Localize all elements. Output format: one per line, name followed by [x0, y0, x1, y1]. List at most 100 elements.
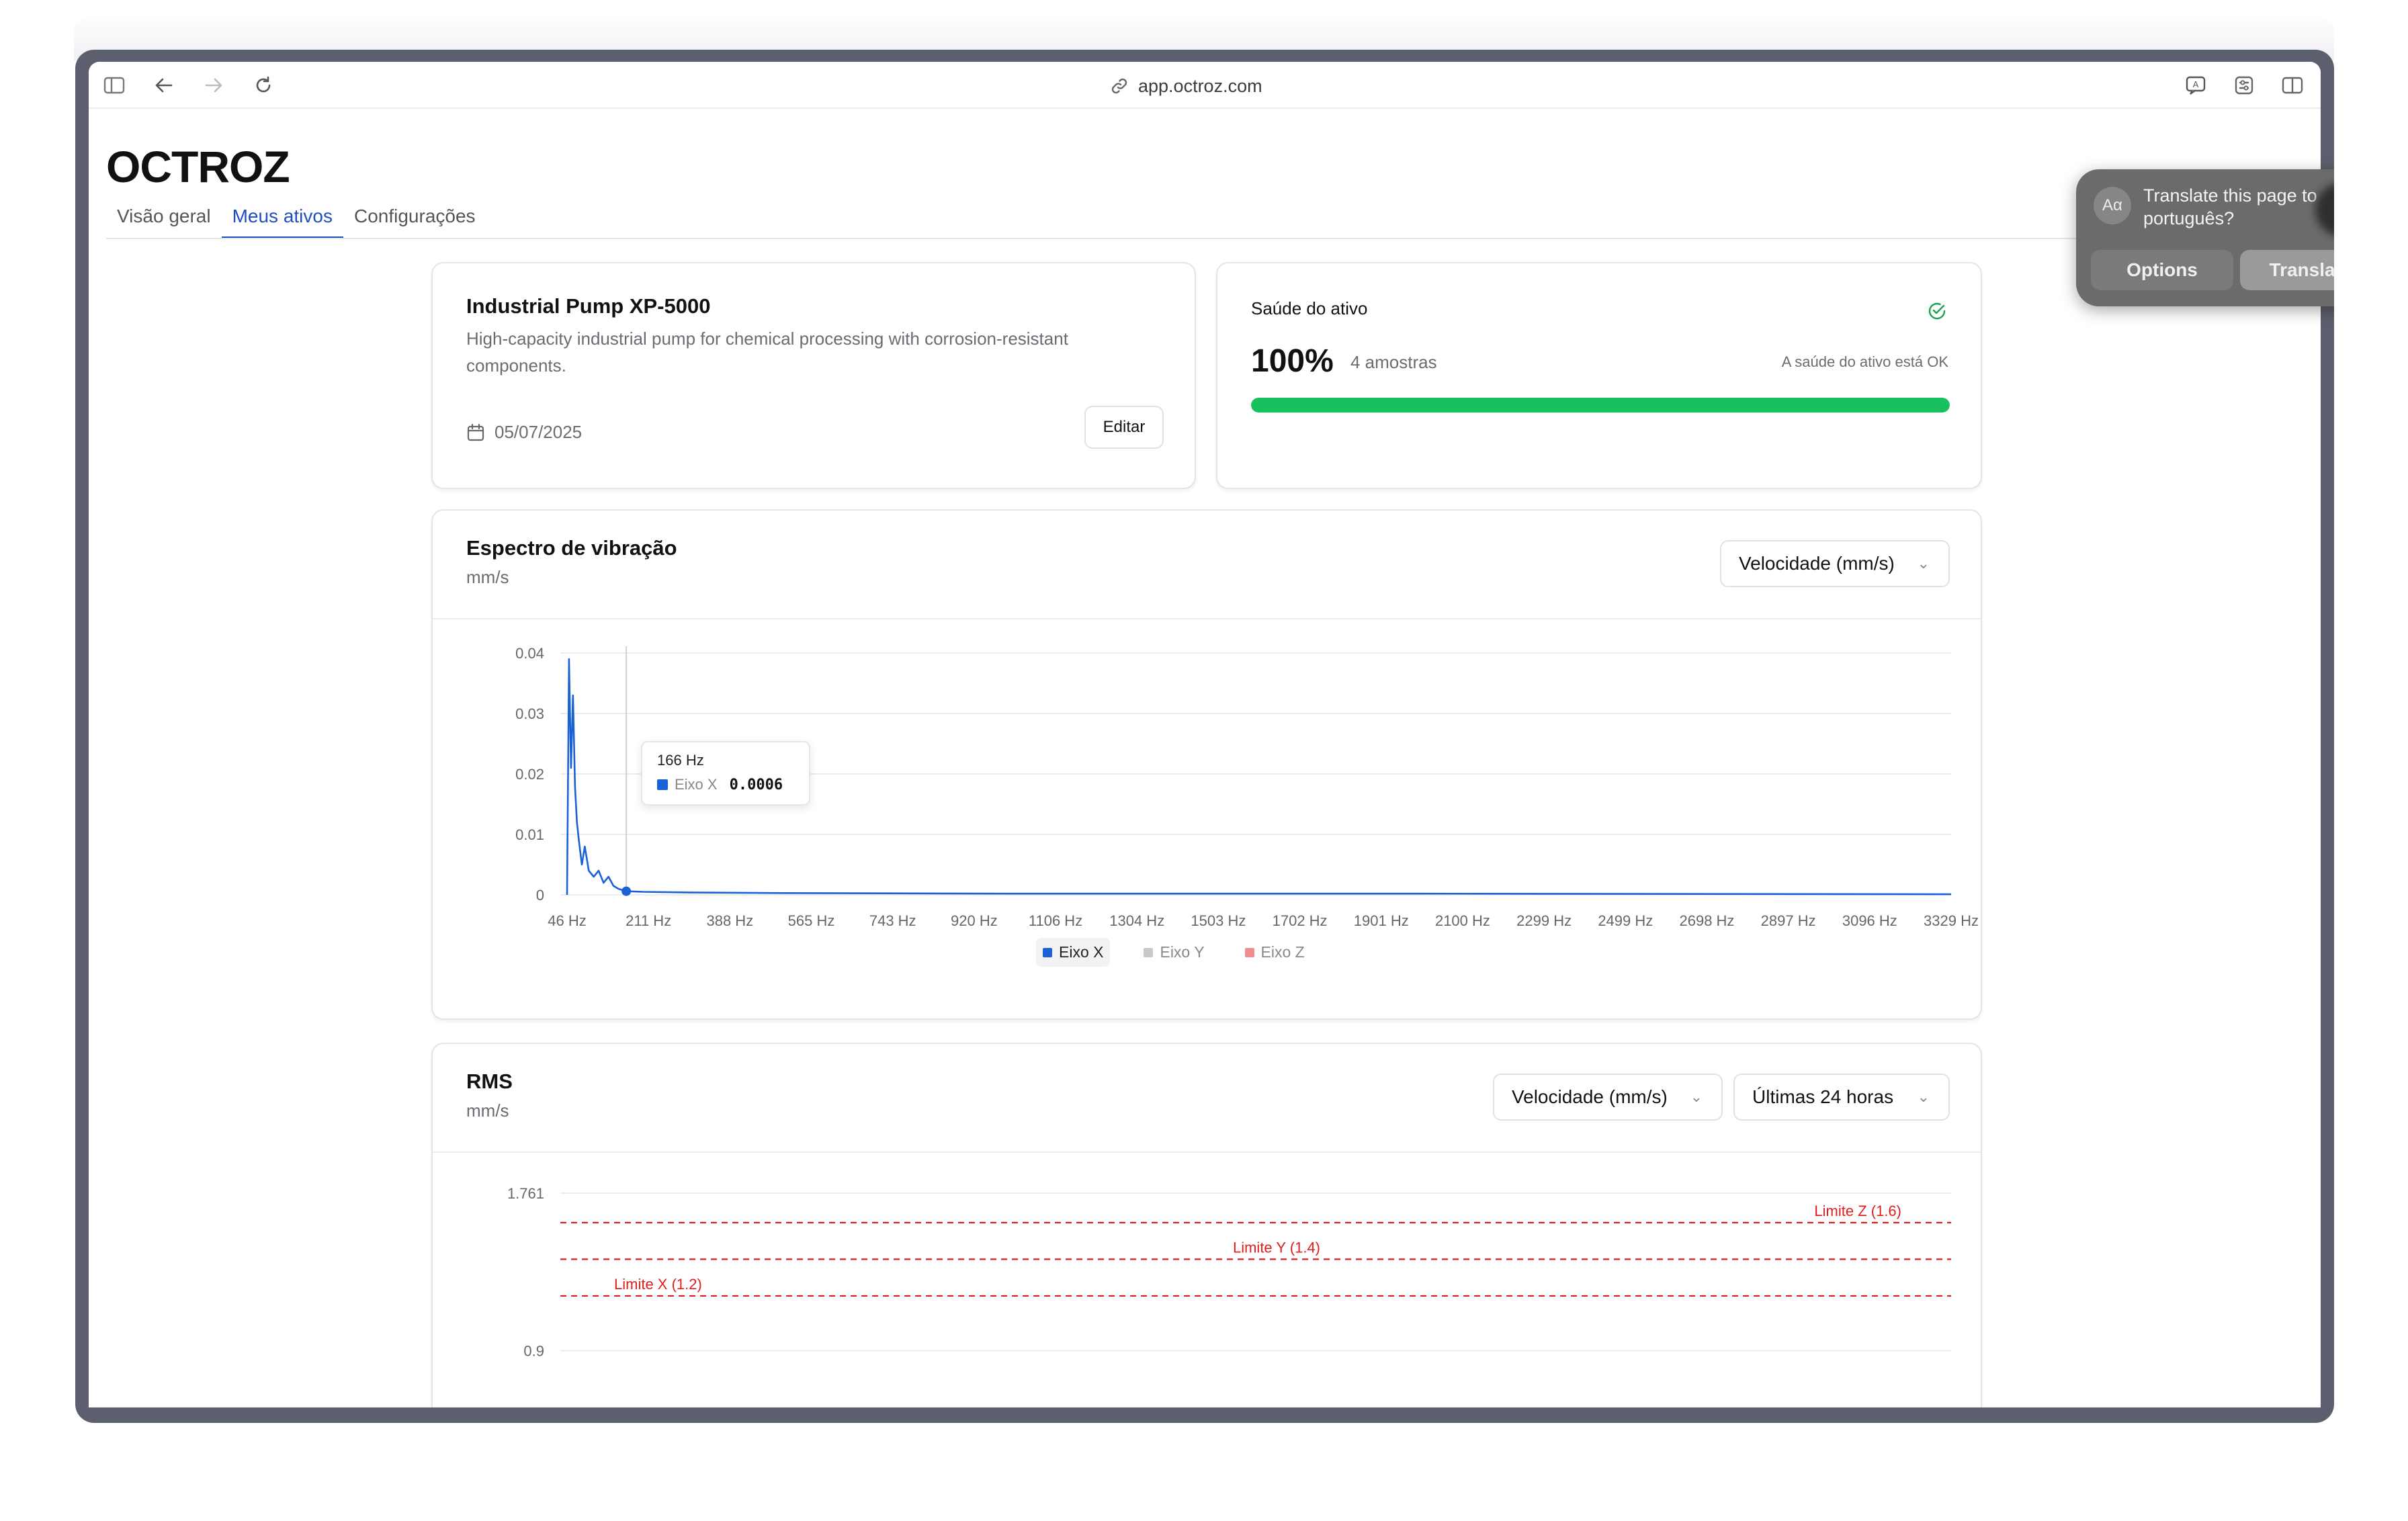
extensions-icon[interactable] — [2231, 72, 2258, 99]
health-progress-bar — [1251, 398, 1950, 412]
translate-popup: Aα Translate this page to português? Opt… — [2076, 169, 2334, 306]
spectrum-metric-value: Velocidade (mm/s) — [1739, 553, 1895, 574]
rms-range-value: Últimas 24 horas — [1752, 1086, 1894, 1107]
x-tick-label: 2100 Hz — [1435, 912, 1490, 929]
legend-label-z: Eixo Z — [1260, 943, 1305, 961]
popup-avatar-blur — [2315, 183, 2334, 236]
health-status: A saúde do ativo está OK — [1781, 353, 1948, 370]
x-tick-label: 2897 Hz — [1761, 912, 1816, 929]
browser-window: app.octroz.com A OCTROZ Visão geral Meus… — [75, 50, 2334, 1423]
forward-arrow-icon[interactable] — [200, 72, 227, 99]
asset-date-row: 05/07/2025 — [466, 422, 582, 443]
translate-language-icon: Aα — [2094, 187, 2131, 224]
rms-title: RMS — [466, 1070, 513, 1093]
tab-overview[interactable]: Visão geral — [106, 202, 222, 239]
octroz-logo: OCTROZ — [106, 142, 290, 191]
tab-settings[interactable]: Configurações — [343, 202, 486, 239]
x-tick-label: 1106 Hz — [1029, 912, 1082, 929]
asset-name: Industrial Pump XP-5000 — [466, 294, 711, 318]
reload-icon[interactable] — [250, 72, 277, 99]
chevron-down-icon: ⌄ — [1917, 1088, 1930, 1105]
x-tick-label: 3096 Hz — [1842, 912, 1897, 929]
x-tick-label: 1304 Hz — [1109, 912, 1164, 929]
rms-unit: mm/s — [466, 1100, 509, 1121]
data-point-166hz — [621, 886, 632, 896]
x-tick-label: 2299 Hz — [1516, 912, 1572, 929]
browser-content: app.octroz.com A OCTROZ Visão geral Meus… — [89, 62, 2321, 1407]
spectrum-unit: mm/s — [466, 567, 509, 587]
tabs-divider — [106, 238, 2321, 239]
browser-toolbar: app.octroz.com A — [89, 62, 2321, 109]
y-tick-label: 0.04 — [515, 645, 544, 662]
rms-y-tick-label: 1.761 — [507, 1185, 544, 1202]
x-tick-label: 1503 Hz — [1191, 912, 1246, 929]
limit-label: Limite Z (1.6) — [1814, 1203, 1901, 1219]
legend-label-x: Eixo X — [1059, 943, 1104, 961]
health-progress-fill — [1251, 398, 1950, 412]
legend-label-y: Eixo Y — [1160, 943, 1205, 961]
sidebar-toggle-icon[interactable] — [101, 72, 128, 99]
health-samples: 4 amostras — [1350, 352, 1437, 372]
x-tick-label: 388 Hz — [706, 912, 753, 929]
tooltip-swatch — [657, 779, 668, 790]
address-bar[interactable]: app.octroz.com — [1110, 73, 1262, 99]
back-arrow-icon[interactable] — [150, 72, 177, 99]
translate-options-button[interactable]: Options — [2091, 250, 2233, 290]
limit-label: Limite Y (1.4) — [1233, 1239, 1320, 1256]
chevron-down-icon: ⌄ — [1917, 555, 1930, 572]
health-title: Saúde do ativo — [1251, 298, 1368, 318]
spectrum-metric-select[interactable]: Velocidade (mm/s) ⌄ — [1720, 540, 1950, 587]
y-tick-label: 0.02 — [515, 766, 544, 783]
rms-metric-value: Velocidade (mm/s) — [1512, 1086, 1668, 1107]
rms-chart: 1.7610.90.45Limite Z (1.6)Limite Y (1.4)… — [507, 1185, 1951, 1360]
asset-health-card: Saúde do ativo 100% 4 amostras A saúde d… — [1216, 262, 1982, 489]
y-tick-label: 0.03 — [515, 705, 544, 722]
rms-range-select[interactable]: Últimas 24 horas ⌄ — [1733, 1074, 1950, 1121]
asset-date: 05/07/2025 — [494, 422, 583, 442]
x-tick-label: 3329 Hz — [1924, 912, 1979, 929]
rms-card: RMS mm/s Velocidade (mm/s) ⌄ Últimas 24 … — [431, 1043, 1982, 1407]
legend-swatch-y — [1144, 947, 1154, 957]
spectrum-title: Espectro de vibração — [466, 536, 677, 560]
svg-text:A: A — [2193, 79, 2199, 89]
split-view-icon[interactable] — [2279, 72, 2306, 99]
translate-button[interactable]: Translate — [2240, 250, 2334, 290]
x-tick-label: 46 Hz — [548, 912, 586, 929]
asset-description: High-capacity industrial pump for chemic… — [466, 329, 1068, 376]
spectrum-tooltip: 166 Hz Eixo X 0.0006 — [641, 741, 810, 806]
legend-swatch-x — [1043, 947, 1052, 957]
asset-info-card: Industrial Pump XP-5000 High-capacity in… — [431, 262, 1196, 489]
link-icon — [1111, 78, 1127, 94]
legend-item-x[interactable]: Eixo X — [1036, 938, 1111, 967]
x-tick-label: 2698 Hz — [1679, 912, 1734, 929]
x-tick-label: 1702 Hz — [1273, 912, 1328, 929]
tab-my-assets[interactable]: Meus ativos — [221, 202, 343, 239]
y-tick-label: 0 — [536, 887, 544, 904]
rms-y-tick-label: 0.9 — [523, 1343, 544, 1360]
tooltip-series: Eixo X — [675, 776, 718, 793]
x-tick-label: 920 Hz — [951, 912, 998, 929]
url-text: app.octroz.com — [1138, 75, 1262, 96]
calendar-icon — [467, 423, 484, 441]
edit-button[interactable]: Editar — [1084, 406, 1164, 449]
limit-label: Limite X (1.2) — [614, 1276, 702, 1293]
x-tick-label: 2499 Hz — [1598, 912, 1653, 929]
health-percent: 100% — [1251, 343, 1334, 379]
legend-item-y[interactable]: Eixo Y — [1137, 938, 1211, 967]
rms-metric-select[interactable]: Velocidade (mm/s) ⌄ — [1493, 1074, 1723, 1121]
tooltip-frequency: 166 Hz — [657, 752, 704, 769]
legend-swatch-z — [1244, 947, 1254, 957]
legend-item-z[interactable]: Eixo Z — [1238, 938, 1312, 967]
x-tick-label: 743 Hz — [869, 912, 916, 929]
translate-message: Translate this page to português? — [2143, 185, 2317, 228]
vibration-spectrum-card: Espectro de vibração mm/s Velocidade (mm… — [431, 509, 1982, 1020]
main-tabs: Visão geral Meus ativos Configurações — [106, 202, 486, 239]
x-tick-label: 211 Hz — [626, 912, 671, 929]
check-circle-icon — [1928, 302, 1946, 320]
tooltip-value: 0.0006 — [729, 776, 783, 793]
translate-icon[interactable]: A — [2182, 72, 2209, 99]
x-tick-label: 565 Hz — [788, 912, 835, 929]
x-tick-label: 1901 Hz — [1354, 912, 1409, 929]
y-tick-label: 0.01 — [515, 826, 544, 843]
chevron-down-icon: ⌄ — [1690, 1088, 1703, 1105]
